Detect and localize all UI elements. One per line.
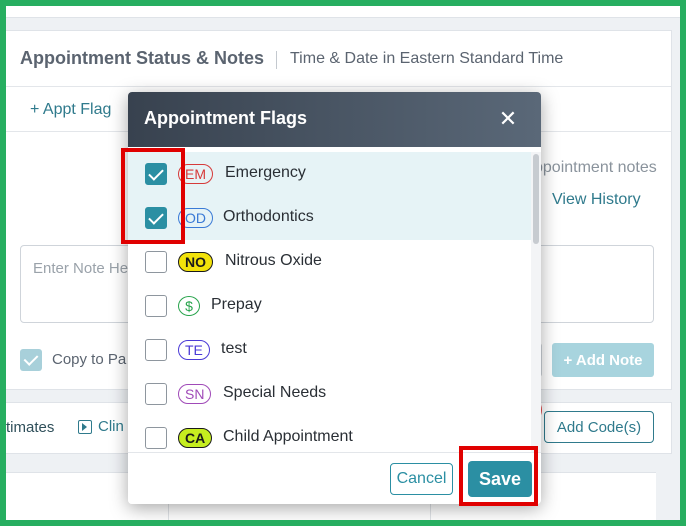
flag-label: Orthodontics	[223, 208, 314, 225]
clinical-link[interactable]: Clin	[78, 418, 124, 435]
flag-checkbox[interactable]	[145, 163, 167, 185]
flags-scrollbar[interactable]	[531, 152, 541, 452]
note-placeholder: Enter Note He	[33, 260, 129, 277]
flag-checkbox[interactable]	[145, 251, 167, 273]
clinical-icon	[78, 419, 92, 434]
add-note-button[interactable]: + Add Note	[552, 343, 654, 377]
header-divider	[276, 51, 277, 69]
flag-badge-te: TE	[178, 340, 210, 360]
close-icon[interactable]: ✕	[495, 106, 521, 132]
flag-badge-em: EM	[178, 164, 213, 184]
estimates-tab[interactable]: timates	[6, 419, 54, 436]
flag-row-child-appointment[interactable]: CA Child Appointment	[128, 416, 531, 452]
flag-label: Emergency	[225, 164, 306, 181]
flag-checkbox[interactable]	[145, 339, 167, 361]
modal-title: Appointment Flags	[144, 108, 307, 128]
dollar-icon: $	[178, 296, 200, 316]
flag-row-orthodontics[interactable]: OD Orthodontics	[128, 196, 531, 240]
flag-badge-sn: SN	[178, 384, 212, 404]
copy-to-checkbox[interactable]	[20, 349, 42, 371]
panel-title: Appointment Status & Notes	[20, 48, 265, 68]
add-appt-flag-link[interactable]: + Appt Flag	[30, 101, 111, 119]
top-strip	[6, 6, 680, 18]
flag-label: test	[221, 340, 247, 357]
flag-checkbox[interactable]	[145, 427, 167, 449]
flag-row-special-needs[interactable]: SN Special Needs	[128, 372, 531, 416]
flags-list: EM Emergency OD Orthodontics NO Nitrous …	[128, 152, 531, 452]
notes-hint-text: ppointment notes	[534, 159, 657, 176]
save-button[interactable]: Save	[468, 461, 532, 497]
view-history-link[interactable]: View History	[552, 191, 641, 209]
copy-to-label: Copy to Pa	[52, 351, 127, 368]
flag-label: Prepay	[211, 296, 262, 313]
flag-row-test[interactable]: TE test	[128, 328, 531, 372]
app-frame: Appointment Status & Notes Time & Date i…	[6, 6, 680, 520]
flag-badge-od: OD	[178, 208, 213, 228]
panel-subtitle: Time & Date in Eastern Standard Time	[290, 50, 564, 67]
flag-row-emergency[interactable]: EM Emergency	[128, 152, 531, 196]
flag-label: Special Needs	[223, 384, 327, 401]
flag-badge-ca: CA	[178, 428, 213, 448]
flag-badge-no: NO	[178, 252, 213, 272]
modal-header: Appointment Flags ✕	[128, 92, 541, 147]
panel-header: Appointment Status & Notes Time & Date i…	[6, 31, 671, 87]
modal-footer: Cancel Save	[128, 452, 541, 504]
cancel-button[interactable]: Cancel	[390, 463, 453, 495]
flag-checkbox[interactable]	[145, 207, 167, 229]
flag-row-nitrous-oxide[interactable]: NO Nitrous Oxide	[128, 240, 531, 284]
flag-checkbox[interactable]	[145, 295, 167, 317]
flag-label: Nitrous Oxide	[225, 252, 322, 269]
scrollbar-thumb[interactable]	[533, 154, 539, 244]
flag-row-prepay[interactable]: $ Prepay	[128, 284, 531, 328]
flag-checkbox[interactable]	[145, 383, 167, 405]
appointment-flags-modal: Appointment Flags ✕ EM Emergency OD Orth…	[128, 92, 541, 504]
clinical-link-label: Clin	[98, 418, 124, 435]
flag-label: Child Appointment	[223, 428, 353, 445]
add-codes-button[interactable]: Add Code(s)	[544, 411, 654, 443]
